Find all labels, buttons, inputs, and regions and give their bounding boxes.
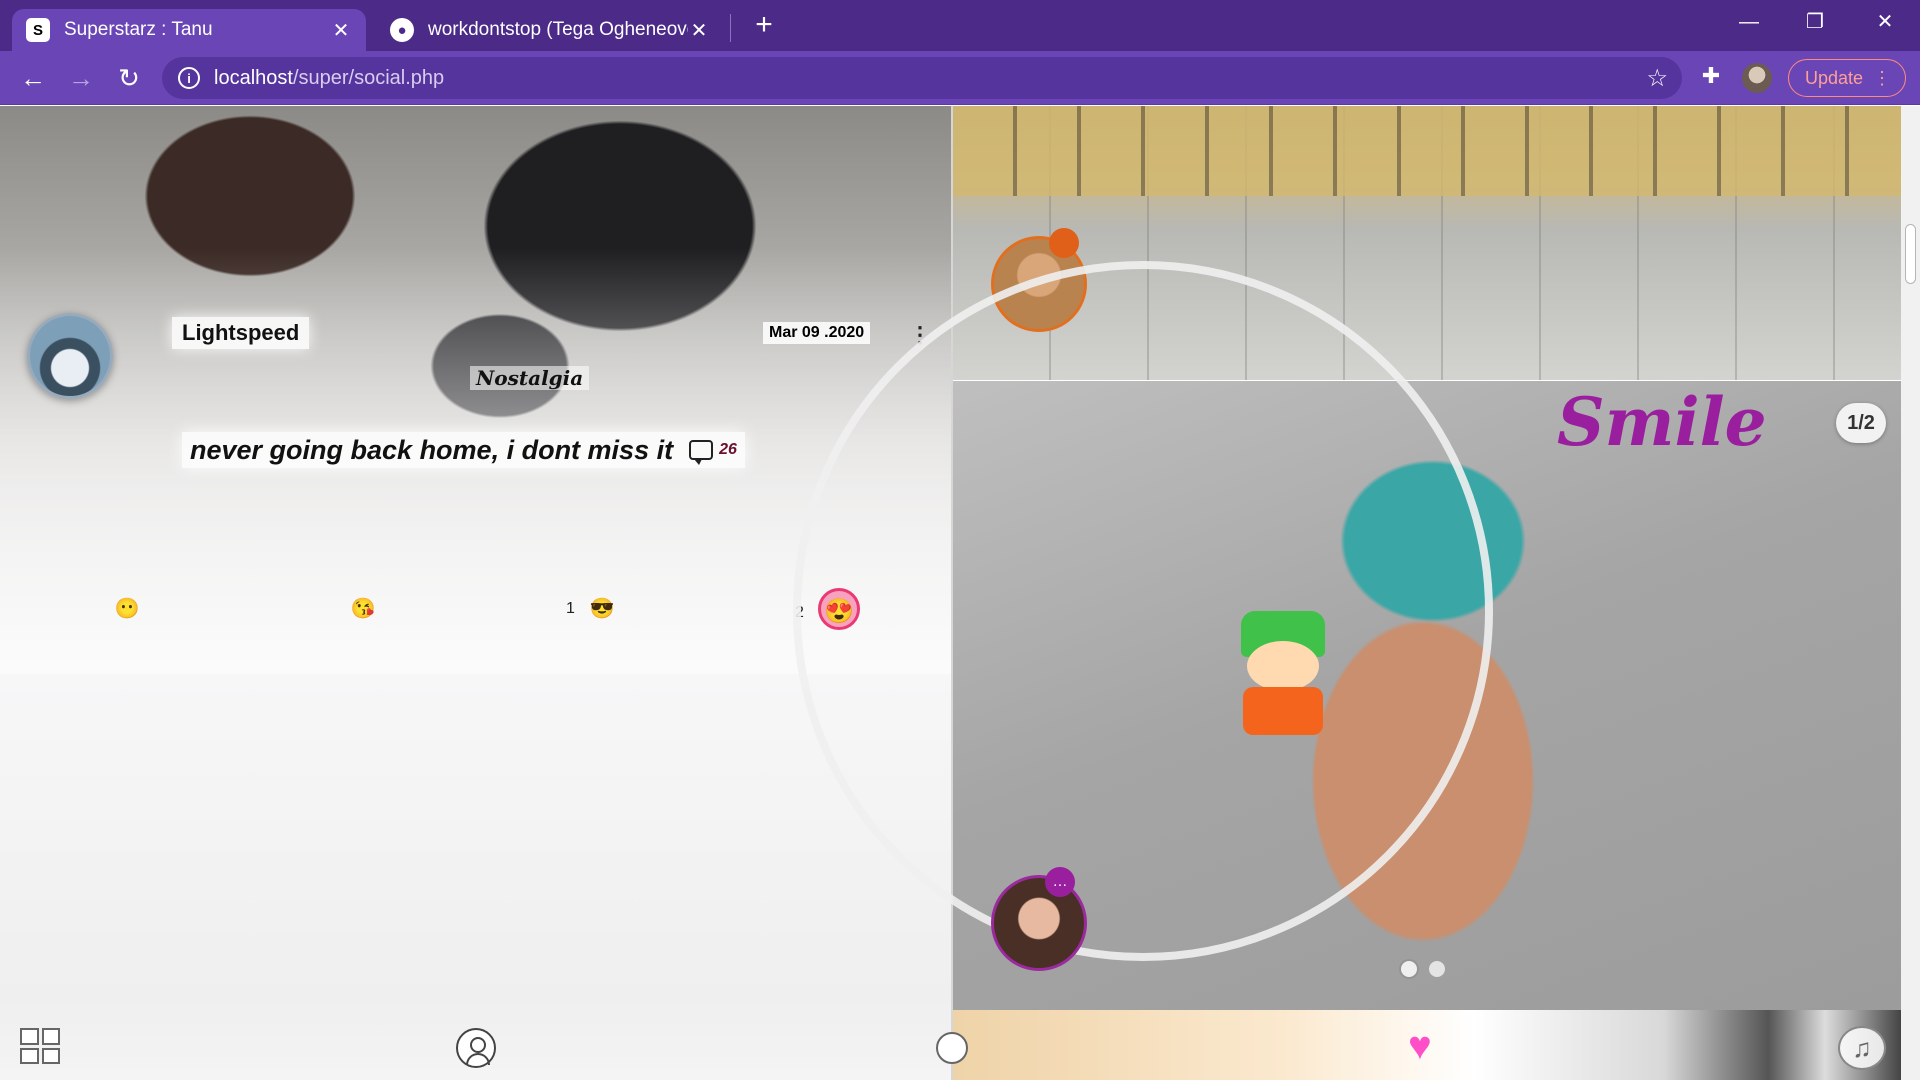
social-feed: Lightspeed Mar 09 .2020 ⋮ Nostalgia neve… (0, 106, 1920, 1080)
update-label: Update (1805, 67, 1864, 88)
profile-icon[interactable] (456, 1028, 496, 1068)
url-path: /super/social.php (292, 66, 445, 89)
post-title: Smile (1557, 383, 1767, 461)
post-tag: Nostalgia (470, 366, 590, 390)
post-caption: never going back home, i dont miss it 26 (182, 432, 745, 468)
browser-tab-bar: S Superstarz : Tanu ✕ ● workdontstop (Te… (0, 0, 1920, 51)
superstarz-favicon-icon: S (26, 18, 50, 42)
tab-title: workdontstop (Tega Ogheneovo) (428, 19, 688, 40)
grid-view-icon[interactable] (20, 1028, 60, 1064)
carousel-dot[interactable] (1401, 961, 1417, 977)
address-bar[interactable]: i localhost/super/social.php ☆ (162, 57, 1682, 99)
url-host: localhost (214, 66, 293, 89)
minimize-button[interactable]: — (1720, 6, 1778, 38)
cartoon-sticker (1233, 611, 1333, 741)
tab-separator (730, 14, 731, 42)
post-date: Mar 09 .2020 (763, 322, 871, 344)
post-card[interactable]: Smile 1/2 … (793, 261, 1901, 1010)
restore-button[interactable]: ❐ (1786, 6, 1844, 38)
new-tab-button[interactable]: + (748, 10, 780, 42)
more-menu-icon[interactable]: ⋮ (1873, 68, 1891, 89)
online-status-badge (1049, 228, 1079, 258)
sunglasses-face-icon: 😎 (589, 598, 615, 620)
reaction-count: 1 (566, 600, 575, 617)
bookmark-star-icon[interactable]: ☆ (1646, 64, 1668, 93)
back-button[interactable]: ← (16, 61, 50, 95)
author-name[interactable]: Lightspeed (172, 317, 310, 349)
tab-superstarz[interactable]: S Superstarz : Tanu ✕ (12, 9, 366, 51)
window-close-button[interactable]: ✕ (1856, 6, 1914, 38)
site-info-icon[interactable]: i (178, 67, 200, 89)
close-tab-icon[interactable]: ✕ (330, 18, 352, 43)
update-button[interactable]: Update ⋮ (1788, 59, 1906, 97)
forward-button[interactable]: → (64, 61, 98, 95)
github-icon: ● (390, 18, 414, 42)
reload-button[interactable]: ↻ (112, 61, 146, 95)
post-image (793, 261, 1493, 961)
slide-indicator: 1/2 (1836, 403, 1886, 443)
carousel-dot[interactable] (1429, 961, 1445, 977)
bottom-nav: ♥ ♫ (0, 1012, 1901, 1080)
reaction-neutral[interactable]: 😶 (114, 596, 140, 622)
comments-button[interactable]: 26 (689, 440, 737, 465)
extensions-puzzle-icon[interactable]: ✚ (1696, 63, 1726, 93)
comment-count: 26 (719, 441, 737, 458)
post-image (953, 106, 1901, 196)
reaction-cool[interactable]: 1 😎 (566, 596, 615, 622)
reaction-kiss[interactable]: 😘 (350, 596, 376, 622)
heart-icon[interactable]: ♥ (1408, 1026, 1432, 1066)
close-tab-icon[interactable]: ✕ (688, 18, 710, 43)
caption-text: never going back home, i dont miss it (190, 434, 674, 465)
browser-toolbar: ← → ↻ i localhost/super/social.php ☆ (0, 51, 1920, 105)
message-bubble-icon[interactable]: … (1045, 867, 1075, 897)
profile-avatar[interactable] (1742, 63, 1772, 93)
kiss-face-icon: 😘 (350, 598, 376, 620)
tab-title: Superstarz : Tanu (64, 19, 213, 40)
tab-github[interactable]: ● workdontstop (Tega Ogheneovo) ✕ (376, 9, 724, 51)
home-circle-icon[interactable] (936, 1032, 968, 1064)
music-icon[interactable]: ♫ (1838, 1026, 1886, 1070)
carousel-dots (1401, 961, 1445, 977)
neutral-face-icon: 😶 (114, 598, 140, 620)
author-avatar[interactable] (27, 313, 113, 399)
scrollbar-thumb[interactable] (1905, 224, 1916, 284)
comment-icon (689, 440, 714, 465)
